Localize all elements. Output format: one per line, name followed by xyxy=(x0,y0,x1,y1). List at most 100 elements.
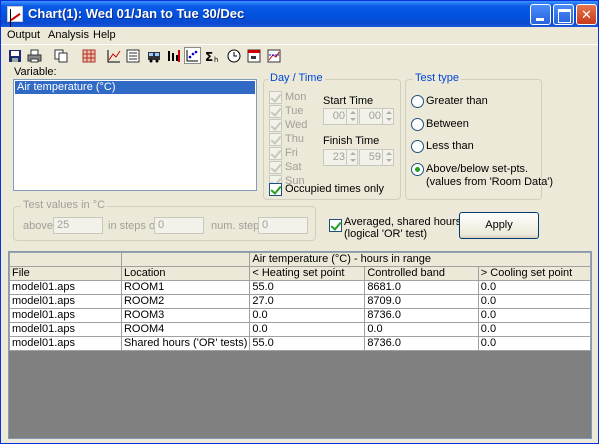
cell-file: model01.aps xyxy=(9,280,122,295)
sat-checkbox[interactable] xyxy=(269,161,282,174)
column-header-controlled[interactable]: Controlled band xyxy=(364,266,479,281)
cell-location: ROOM3 xyxy=(120,308,251,323)
copy-icon[interactable] xyxy=(52,47,69,64)
finish-hour-spinner[interactable]: 23 xyxy=(323,149,358,166)
table-icon[interactable] xyxy=(80,47,97,64)
table-row[interactable]: model01.aps ROOM1 55.0 8681.0 0.0 xyxy=(9,280,592,295)
cell-file: model01.aps xyxy=(9,308,122,323)
greater-than-radio[interactable] xyxy=(411,95,424,108)
maximize-button[interactable] xyxy=(553,4,574,25)
minimize-button[interactable] xyxy=(530,4,551,25)
variable-list[interactable]: Air temperature (°C) xyxy=(13,79,257,191)
group-header: Air temperature (°C) - hours in range xyxy=(249,252,591,267)
above-below-setpts-radio[interactable] xyxy=(411,163,424,176)
tue-label: Tue xyxy=(285,105,304,117)
column-header-file[interactable]: File xyxy=(9,266,122,281)
results-grid[interactable]: Air temperature (°C) - hours in range Fi… xyxy=(8,251,592,439)
column-header-heating[interactable]: < Heating set point xyxy=(249,266,366,281)
header-cell xyxy=(120,252,251,267)
chart-app-icon xyxy=(7,6,23,22)
start-hour-spinner[interactable]: 00 xyxy=(323,108,358,125)
steps-label: in steps of xyxy=(108,220,159,232)
chart-line-icon[interactable] xyxy=(265,47,282,64)
column-header-row: File Location < Heating set point Contro… xyxy=(9,266,592,281)
finish-hour-value: 23 xyxy=(332,151,345,163)
cell-location: ROOM1 xyxy=(120,280,251,295)
averaged-checkbox[interactable] xyxy=(329,219,342,232)
day-time-title: Day / Time xyxy=(268,72,325,84)
variable-label: Variable: xyxy=(14,66,57,78)
fri-checkbox[interactable] xyxy=(269,147,282,160)
window-icon[interactable] xyxy=(245,47,262,64)
cell-controlled: 8736.0 xyxy=(364,308,479,323)
spin-arrows-icon[interactable] xyxy=(346,150,357,165)
averaged-label: Averaged, shared hours xyxy=(344,216,462,228)
chart-window: Chart(1): Wed 01/Jan to Tue 30/Dec Outpu… xyxy=(0,0,599,444)
bus-icon[interactable] xyxy=(145,47,162,64)
tue-checkbox[interactable] xyxy=(269,105,282,118)
mon-checkbox[interactable] xyxy=(269,91,282,104)
column-header-location[interactable]: Location xyxy=(120,266,251,281)
occupied-times-checkbox[interactable] xyxy=(269,183,282,196)
table-row[interactable]: model01.aps ROOM3 0.0 8736.0 0.0 xyxy=(9,308,592,323)
steps-input[interactable]: 0 xyxy=(154,217,204,234)
finish-minute-spinner[interactable]: 59 xyxy=(359,149,394,166)
cell-cooling: 0.0 xyxy=(477,308,592,323)
save-icon[interactable] xyxy=(6,47,23,64)
above-input[interactable]: 25 xyxy=(53,217,103,234)
start-hour-value: 00 xyxy=(332,110,345,122)
cell-cooling: 0.0 xyxy=(477,322,592,337)
svg-text:Σ: Σ xyxy=(205,50,213,63)
spin-arrows-icon[interactable] xyxy=(382,150,393,165)
spin-arrows-icon[interactable] xyxy=(382,109,393,124)
spin-arrows-icon[interactable] xyxy=(346,109,357,124)
table-row[interactable]: model01.aps ROOM2 27.0 8709.0 0.0 xyxy=(9,294,592,309)
less-than-label: Less than xyxy=(426,140,474,152)
cell-controlled: 8736.0 xyxy=(364,336,479,351)
sigma-icon[interactable]: Σh xyxy=(204,47,221,64)
cell-controlled: 8709.0 xyxy=(364,294,479,309)
line-chart-icon[interactable] xyxy=(105,47,122,64)
bar-marker-icon[interactable] xyxy=(165,47,182,64)
column-header-cooling[interactable]: > Cooling set point xyxy=(477,266,592,281)
start-minute-spinner[interactable]: 00 xyxy=(359,108,394,125)
less-than-radio[interactable] xyxy=(411,140,424,153)
group-header-row: Air temperature (°C) - hours in range xyxy=(9,252,591,267)
thu-checkbox[interactable] xyxy=(269,133,282,146)
print-icon[interactable] xyxy=(26,47,43,64)
list-icon[interactable] xyxy=(124,47,141,64)
between-radio[interactable] xyxy=(411,118,424,131)
above-below-setpts-label: Above/below set-pts. xyxy=(426,163,529,175)
variable-item[interactable]: Air temperature (°C) xyxy=(15,81,255,94)
occupied-times-label: Occupied times only xyxy=(285,183,385,195)
finish-minute-value: 59 xyxy=(368,151,381,163)
sat-label: Sat xyxy=(285,161,302,173)
menu-analysis[interactable]: Analysis xyxy=(48,29,89,41)
cell-controlled: 8681.0 xyxy=(364,280,479,295)
table-row[interactable]: model01.aps ROOM4 0.0 0.0 0.0 xyxy=(9,322,592,337)
cell-heating: 55.0 xyxy=(249,280,366,295)
scatter-icon[interactable] xyxy=(184,47,201,64)
cell-location: Shared hours ('OR' tests) xyxy=(120,336,251,351)
close-button[interactable] xyxy=(576,4,597,25)
cell-heating: 0.0 xyxy=(249,308,366,323)
table-row[interactable]: model01.aps Shared hours ('OR' tests) 55… xyxy=(9,336,592,351)
cell-cooling: 0.0 xyxy=(477,294,592,309)
menu-output[interactable]: Output xyxy=(7,29,40,41)
num-steps-input[interactable]: 0 xyxy=(258,217,308,234)
toolbar: Σh xyxy=(1,46,598,66)
between-label: Between xyxy=(426,118,469,130)
apply-button[interactable]: Apply xyxy=(459,212,539,239)
test-values-title: Test values in °C xyxy=(21,199,108,211)
svg-text:h: h xyxy=(214,56,218,63)
clock-icon[interactable] xyxy=(225,47,242,64)
room-data-note: (values from 'Room Data') xyxy=(426,176,554,188)
wed-checkbox[interactable] xyxy=(269,119,282,132)
header-cell xyxy=(9,252,122,267)
cell-heating: 0.0 xyxy=(249,322,366,337)
num-steps-label: num. steps xyxy=(211,220,265,232)
cell-controlled: 0.0 xyxy=(364,322,479,337)
title-bar[interactable]: Chart(1): Wed 01/Jan to Tue 30/Dec xyxy=(1,1,598,27)
menu-help[interactable]: Help xyxy=(93,29,116,41)
cell-cooling: 0.0 xyxy=(477,336,592,351)
